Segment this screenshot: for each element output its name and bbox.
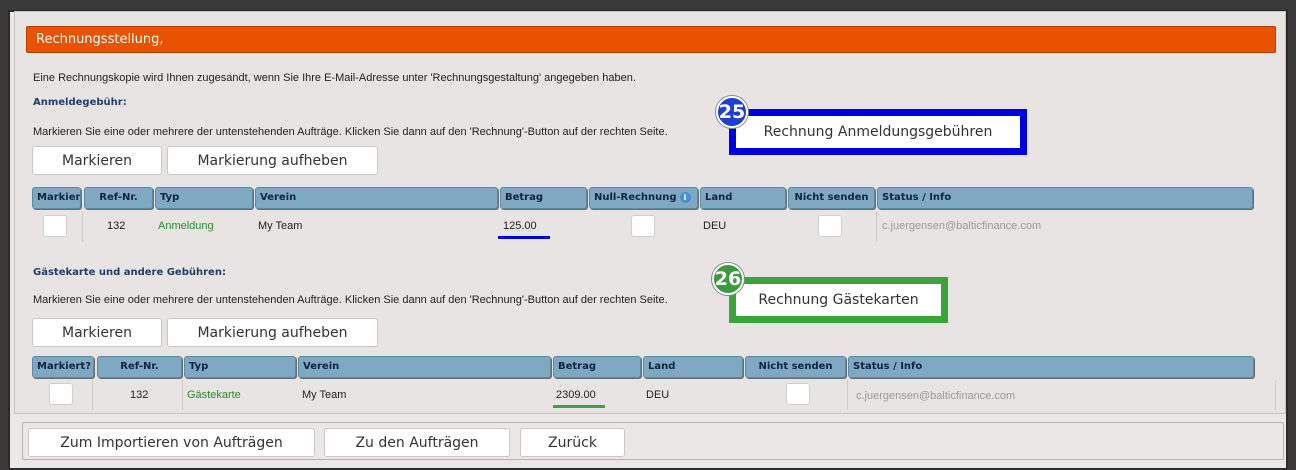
row-type: Anmeldung [158, 220, 214, 232]
step-badge-25: 25 [716, 96, 748, 128]
invoice-registration-button-label: Rechnung Anmeldungsgebühren [763, 124, 993, 140]
row-divider [182, 380, 183, 410]
section-registration-instruction: Markieren Sie eine oder mehrere der unte… [33, 126, 668, 138]
step-badge-26: 26 [712, 263, 744, 295]
unmark-button[interactable]: Markierung aufheben [167, 146, 378, 175]
col-header-amount: Betrag [500, 187, 587, 209]
col-header-marked: Markiert? [32, 356, 94, 378]
row-ref: 132 [107, 220, 126, 232]
row-club: My Team [302, 389, 347, 401]
col-header-type: Typ [155, 187, 253, 209]
row-divider [876, 212, 877, 242]
row-amount: 125.00 [503, 220, 537, 232]
row-country: DEU [646, 389, 670, 401]
orders-button[interactable]: Zu den Aufträgen [324, 428, 510, 457]
col-header-country: Land [700, 187, 786, 209]
row-type: Gästekarte [187, 389, 241, 401]
mark-button[interactable]: Markieren [32, 146, 162, 175]
col-header-club: Verein [255, 187, 498, 209]
col-header-status: Status / Info [877, 187, 1253, 209]
row-divider [82, 212, 83, 242]
col-header-status: Status / Info [848, 356, 1254, 378]
row-country: DEU [703, 220, 727, 232]
amount-highlight-underline [498, 236, 550, 239]
col-header-amount: Betrag [553, 356, 641, 378]
page-title: Rechnungsstellung, [26, 26, 1276, 53]
row-ref: 132 [130, 389, 149, 401]
row-status: c.juergensen@balticfinance.com [856, 390, 1016, 402]
row-divider [92, 380, 93, 410]
section-guest-card-instruction: Markieren Sie eine oder mehrere der unte… [33, 294, 668, 306]
invoice-guest-card-button-label: Rechnung Gästekarten [758, 292, 919, 308]
col-header-null-invoice-label: Null-Rechnung [594, 192, 677, 203]
intro-text: Eine Rechnungskopie wird Ihnen zugesandt… [33, 72, 636, 84]
row-mark-checkbox[interactable] [49, 383, 73, 405]
row-status: c.juergensen@balticfinance.com [882, 220, 1042, 232]
amount-highlight-underline [553, 405, 605, 408]
col-header-ref: Ref-Nr. [84, 187, 153, 209]
row-do-not-send-checkbox[interactable] [786, 383, 810, 405]
info-icon[interactable]: i [679, 191, 691, 203]
col-header-country: Land [643, 356, 743, 378]
row-amount: 2309.00 [556, 389, 596, 401]
invoice-registration-button[interactable]: Rechnung Anmeldungsgebühren [729, 109, 1027, 155]
row-divider [1275, 380, 1276, 410]
col-header-type: Typ [184, 356, 296, 378]
unmark-button[interactable]: Markierung aufheben [167, 318, 378, 347]
invoice-guest-card-button[interactable]: Rechnung Gästekarten [729, 277, 948, 323]
col-header-do-not-send: Nicht senden [788, 187, 875, 209]
mark-button[interactable]: Markieren [32, 318, 162, 347]
row-club: My Team [258, 220, 303, 232]
row-do-not-send-checkbox[interactable] [818, 215, 842, 237]
col-header-club: Verein [298, 356, 551, 378]
row-mark-checkbox[interactable] [43, 215, 67, 237]
section-registration-title: Anmeldegebühr: [33, 97, 127, 108]
row-null-invoice-checkbox[interactable] [631, 215, 655, 237]
row-divider [847, 380, 848, 410]
col-header-do-not-send: Nicht senden [745, 356, 846, 378]
col-header-ref: Ref-Nr. [97, 356, 182, 378]
back-button[interactable]: Zurück [520, 428, 625, 457]
import-orders-button[interactable]: Zum Importieren von Aufträgen [28, 428, 315, 457]
col-header-null-invoice: Null-Rechnung i [589, 187, 698, 209]
col-header-marked: Markier [32, 187, 81, 209]
section-guest-card-title: Gästekarte und andere Gebühren: [33, 267, 226, 278]
